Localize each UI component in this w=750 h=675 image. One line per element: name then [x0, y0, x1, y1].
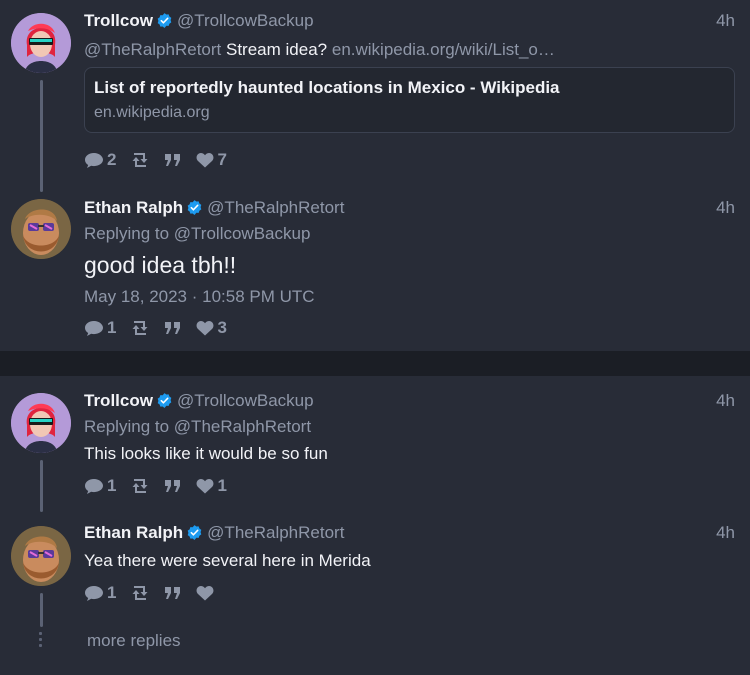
reply-count: 1: [107, 476, 117, 495]
tweet-header: Ethan Ralph @TheRalphRetort: [84, 523, 344, 545]
thread-divider: [0, 351, 750, 376]
ethan-avatar[interactable]: [11, 199, 71, 259]
user-handle[interactable]: @TrollcowBackup: [177, 11, 314, 30]
verified-badge-icon: [186, 524, 203, 546]
user-handle[interactable]: @TrollcowBackup: [177, 391, 314, 410]
quote-button[interactable]: [164, 586, 182, 600]
tweet-ethan-1[interactable]: Ethan Ralph @TheRalphRetort 4h Replying t…: [0, 190, 750, 351]
heart-icon: [197, 321, 214, 336]
reply-icon: [85, 152, 103, 168]
reply-count: 1: [107, 318, 117, 337]
retweet-button[interactable]: [130, 320, 150, 336]
more-replies-link[interactable]: more replies: [87, 631, 181, 651]
quote-button[interactable]: [164, 321, 182, 335]
tweet-actions: 1: [84, 583, 231, 603]
trollcow-avatar[interactable]: [11, 13, 71, 73]
replying-to: Replying to @TheRalphRetort: [84, 417, 311, 437]
display-name[interactable]: Ethan Ralph: [84, 198, 183, 217]
thread-connector: [40, 80, 43, 192]
reply-icon: [85, 320, 103, 336]
tweet-time[interactable]: 4h: [716, 11, 735, 31]
tweet-trollcow-2[interactable]: Trollcow @TrollcowBackup 4h Replying to @…: [0, 376, 750, 512]
quote-icon: [165, 154, 181, 166]
verified-badge-icon: [186, 199, 203, 221]
replying-to-mention[interactable]: @TheRalphRetort: [174, 417, 311, 436]
trollcow-avatar[interactable]: [11, 393, 71, 453]
tweet-text: Stream idea?: [226, 40, 328, 59]
retweet-icon: [132, 586, 148, 600]
reply-count: 1: [107, 583, 117, 602]
tweet-header: Ethan Ralph @TheRalphRetort: [84, 198, 344, 220]
user-handle[interactable]: @TheRalphRetort: [207, 523, 344, 542]
replying-to-label: Replying to: [84, 224, 170, 243]
tweet-actions: 2 7: [84, 150, 241, 170]
more-dots-icon: [39, 632, 44, 650]
tweet-time[interactable]: 4h: [716, 391, 735, 411]
retweet-button[interactable]: [130, 585, 150, 601]
replying-to-label: Replying to: [84, 417, 170, 436]
replying-to-mention[interactable]: @TrollcowBackup: [174, 224, 311, 243]
verified-badge-icon: [156, 392, 173, 414]
reply-button[interactable]: 2: [84, 150, 116, 170]
card-domain: en.wikipedia.org: [94, 104, 210, 121]
quote-button[interactable]: [164, 479, 182, 493]
thread-connector: [40, 593, 43, 627]
thread-1: Trollcow @TrollcowBackup 4h @TheRalphReto…: [0, 0, 750, 351]
tweet-trollcow-1[interactable]: Trollcow @TrollcowBackup 4h @TheRalphReto…: [0, 0, 750, 192]
tweet-time[interactable]: 4h: [716, 523, 735, 543]
tweet-header: Trollcow @TrollcowBackup: [84, 391, 314, 413]
display-name[interactable]: Ethan Ralph: [84, 523, 183, 542]
url-link[interactable]: en.wikipedia.org/wiki/List_o…: [332, 40, 555, 59]
tweet-text: This looks like it would be so fun: [84, 444, 328, 463]
like-button[interactable]: [196, 585, 217, 601]
tweet-date[interactable]: May 18, 2023 · 10:58 PM UTC: [84, 287, 315, 307]
quote-icon: [165, 480, 181, 492]
tweet-text: Yea there were several here in Merida: [84, 551, 371, 570]
verified-badge-icon: [156, 12, 173, 34]
like-button[interactable]: 1: [196, 476, 227, 496]
reply-icon: [85, 585, 103, 601]
like-button[interactable]: 3: [196, 318, 227, 338]
mention-link[interactable]: @TheRalphRetort: [84, 40, 221, 59]
quote-icon: [165, 587, 181, 599]
display-name[interactable]: Trollcow: [84, 11, 153, 30]
heart-icon: [197, 586, 214, 601]
tweet-text: good idea tbh!!: [84, 252, 237, 278]
reply-button[interactable]: 1: [84, 583, 116, 603]
quote-button[interactable]: [164, 153, 182, 167]
link-card[interactable]: List of reportedly haunted locations in …: [84, 67, 735, 133]
tweet-content: @TheRalphRetort Stream idea? en.wikipedi…: [84, 40, 555, 60]
heart-icon: [197, 479, 214, 494]
retweet-button[interactable]: [130, 478, 150, 494]
card-title: List of reportedly haunted locations in …: [94, 78, 560, 97]
tweet-header: Trollcow @TrollcowBackup: [84, 11, 314, 33]
like-count: 7: [217, 150, 227, 169]
tweet-actions: 1 3: [84, 318, 241, 338]
quote-icon: [165, 322, 181, 334]
like-count: 3: [217, 318, 227, 337]
display-name[interactable]: Trollcow: [84, 391, 153, 410]
heart-icon: [197, 153, 214, 168]
user-handle[interactable]: @TheRalphRetort: [207, 198, 344, 217]
thread-connector: [40, 460, 43, 512]
retweet-icon: [132, 479, 148, 493]
ethan-avatar[interactable]: [11, 526, 71, 586]
retweet-icon: [132, 321, 148, 335]
reply-button[interactable]: 1: [84, 318, 116, 338]
tweet-actions: 1 1: [84, 476, 241, 496]
like-button[interactable]: 7: [196, 150, 227, 170]
reply-count: 2: [107, 150, 117, 169]
reply-button[interactable]: 1: [84, 476, 116, 496]
retweet-icon: [132, 153, 148, 167]
replying-to: Replying to @TrollcowBackup: [84, 224, 310, 244]
reply-icon: [85, 478, 103, 494]
like-count: 1: [217, 476, 227, 495]
tweet-time[interactable]: 4h: [716, 198, 735, 218]
retweet-button[interactable]: [130, 152, 150, 168]
